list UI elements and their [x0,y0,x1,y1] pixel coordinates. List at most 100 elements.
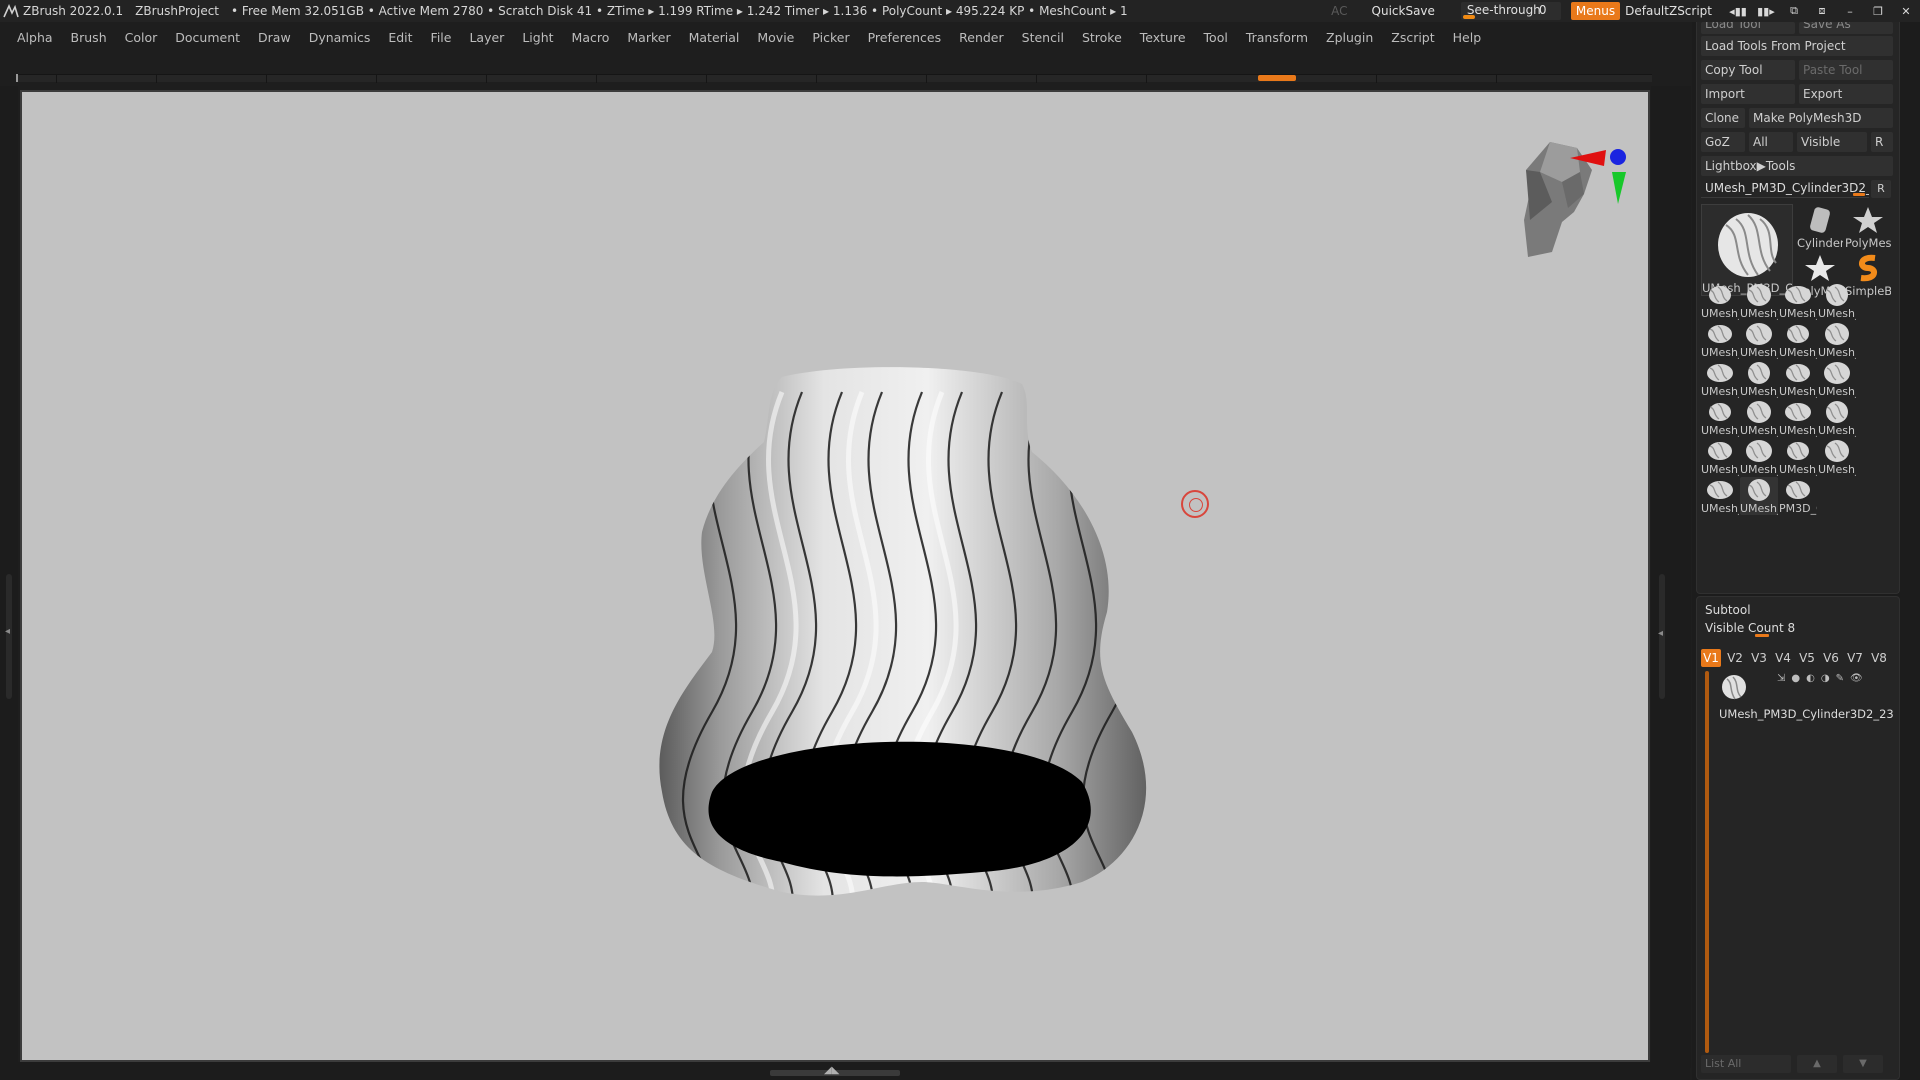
shelf-marker[interactable] [1258,75,1296,81]
tab-v1[interactable]: V1 [1701,649,1721,667]
ac-label[interactable]: AC [1331,4,1347,18]
tool-thumb-polymesh-1[interactable]: PolyMes [1845,204,1891,250]
tool-thumb-umesh[interactable]: UMesh_ [1779,399,1817,437]
bottom-tray-arrow-icon[interactable]: ◢◣ [824,1065,839,1076]
tab-v8[interactable]: V8 [1869,649,1889,667]
menu-preferences[interactable]: Preferences [859,30,951,45]
tool-thumb-umesh[interactable]: UMesh_ [1818,399,1856,437]
save-as-button[interactable]: Save As [1799,22,1893,34]
bottom-tray[interactable]: ◢◣ [0,1062,1690,1080]
ui-layout-icon[interactable]: ⧉ [1780,0,1808,22]
clone-button[interactable]: Clone [1701,108,1745,128]
menu-light[interactable]: Light [513,30,562,45]
import-button[interactable]: Import [1701,84,1795,104]
tool-thumb-umesh[interactable]: UMesh_ [1818,438,1856,476]
layout-left-icon[interactable]: ◂▮▮ [1724,0,1752,22]
tool-thumb-umesh[interactable]: UMesh_ [1701,438,1739,476]
menu-help[interactable]: Help [1444,30,1491,45]
menu-tool[interactable]: Tool [1195,30,1237,45]
menu-alpha[interactable]: Alpha [8,30,62,45]
subtool-scrollbar[interactable] [1705,671,1709,1053]
menu-stencil[interactable]: Stencil [1013,30,1073,45]
tool-thumb-umesh[interactable]: UMesh_ [1701,282,1739,320]
menu-stroke[interactable]: Stroke [1073,30,1131,45]
load-tool-button[interactable]: Load Tool [1701,22,1795,34]
tool-thumb-umesh[interactable]: UMesh_ [1740,477,1778,515]
tab-v4[interactable]: V4 [1773,649,1793,667]
material-icon[interactable]: ◐ [1806,673,1815,684]
menu-render[interactable]: Render [950,30,1013,45]
menu-marker[interactable]: Marker [618,30,679,45]
tool-r-button[interactable]: R [1871,180,1891,198]
subtool-title[interactable]: Subtool [1705,603,1751,617]
menu-zscript[interactable]: Zscript [1382,30,1443,45]
lightbox-tools-button[interactable]: Lightbox▶Tools [1701,156,1893,176]
menus-button[interactable]: Menus [1570,2,1621,20]
goz-visible-button[interactable]: Visible [1797,132,1867,152]
tool-thumb-umesh[interactable]: UMesh_ [1779,438,1817,476]
eye-icon[interactable]: 👁 [1850,673,1863,684]
right-tray[interactable]: ◂ [1651,86,1691,1068]
menu-movie[interactable]: Movie [748,30,803,45]
restore-icon[interactable]: ❐ [1864,0,1892,22]
tool-thumb-umesh[interactable]: UMesh_ [1701,399,1739,437]
tab-v5[interactable]: V5 [1797,649,1817,667]
tab-v3[interactable]: V3 [1749,649,1769,667]
polypaint-icon[interactable]: ● [1791,673,1800,684]
visible-count-slider[interactable]: Visible Count 8 [1701,619,1895,637]
tool-thumb-umesh[interactable]: UMesh_ [1740,282,1778,320]
tool-thumb-umesh[interactable]: UMesh_ [1740,360,1778,398]
move-up-button[interactable]: ▲ [1797,1055,1837,1073]
tool-thumb-umesh[interactable]: UMesh_ [1740,399,1778,437]
left-tray[interactable]: ◂ [0,86,18,1068]
layout-right-icon[interactable]: ▮▮▸ [1752,0,1780,22]
tab-v7[interactable]: V7 [1845,649,1865,667]
left-tray-arrow-icon[interactable]: ◂ [5,626,10,637]
tab-v6[interactable]: V6 [1821,649,1841,667]
tool-thumb-umesh[interactable]: UMesh_ [1818,321,1856,359]
paste-tool-button[interactable]: Paste Tool [1799,60,1893,80]
top-shelf[interactable] [16,74,1652,83]
menu-dynamics[interactable]: Dynamics [300,30,380,45]
tool-thumb-umesh[interactable]: UMesh_ [1740,321,1778,359]
merge-icon[interactable]: ⇲ [1777,673,1785,684]
tool-thumb-cylinder[interactable]: Cylinder [1797,204,1843,250]
menu-layer[interactable]: Layer [460,30,513,45]
document-canvas[interactable] [20,90,1650,1062]
load-tools-from-project-button[interactable]: Load Tools From Project [1701,36,1893,56]
minimize-icon[interactable]: – [1836,0,1864,22]
tab-v2[interactable]: V2 [1725,649,1745,667]
tool-thumb-umesh[interactable]: UMesh_ [1701,360,1739,398]
menu-transform[interactable]: Transform [1237,30,1317,45]
menu-color[interactable]: Color [116,30,167,45]
goz-button[interactable]: GoZ [1701,132,1745,152]
visible-count-knob[interactable] [1755,634,1769,637]
menu-macro[interactable]: Macro [563,30,619,45]
menu-brush[interactable]: Brush [62,30,116,45]
menu-picker[interactable]: Picker [803,30,858,45]
goz-r-button[interactable]: R [1871,132,1893,152]
brush-toggle-icon[interactable]: ✎ [1836,673,1844,684]
current-tool-slider[interactable]: UMesh_PM3D_Cylinder3D2_23 [1701,178,1869,198]
list-all-button[interactable]: List All [1701,1055,1791,1073]
subtool-item[interactable]: ⇲ ● ◐ ◑ ✎ 👁 UMesh_PM3D_Cylinder3D2_23 [1717,669,1895,721]
right-tray-arrow-icon[interactable]: ◂ [1658,628,1663,639]
default-zscript-button[interactable]: DefaultZScript [1625,4,1712,18]
menu-draw[interactable]: Draw [249,30,300,45]
ui-swap-icon[interactable]: ⧈ [1808,0,1836,22]
see-through-slider[interactable]: See-through 0 [1460,2,1561,20]
move-down-button[interactable]: ▼ [1843,1055,1883,1073]
tool-slider-knob[interactable] [1853,193,1865,196]
tool-thumb-umesh[interactable]: UMesh_ [1701,477,1739,515]
copy-tool-button[interactable]: Copy Tool [1701,60,1795,80]
menu-document[interactable]: Document [166,30,249,45]
tool-thumb-umesh[interactable]: UMesh_ [1779,282,1817,320]
tool-thumb-umesh[interactable]: UMesh_ [1740,438,1778,476]
make-polymesh-button[interactable]: Make PolyMesh3D [1749,108,1893,128]
menu-material[interactable]: Material [680,30,749,45]
tool-thumb-umesh[interactable]: UMesh_ [1701,321,1739,359]
tool-thumb-umesh[interactable]: UMesh_ [1818,360,1856,398]
close-icon[interactable]: ✕ [1892,0,1920,22]
quicksave-button[interactable]: QuickSave [1372,4,1435,18]
goz-all-button[interactable]: All [1749,132,1793,152]
